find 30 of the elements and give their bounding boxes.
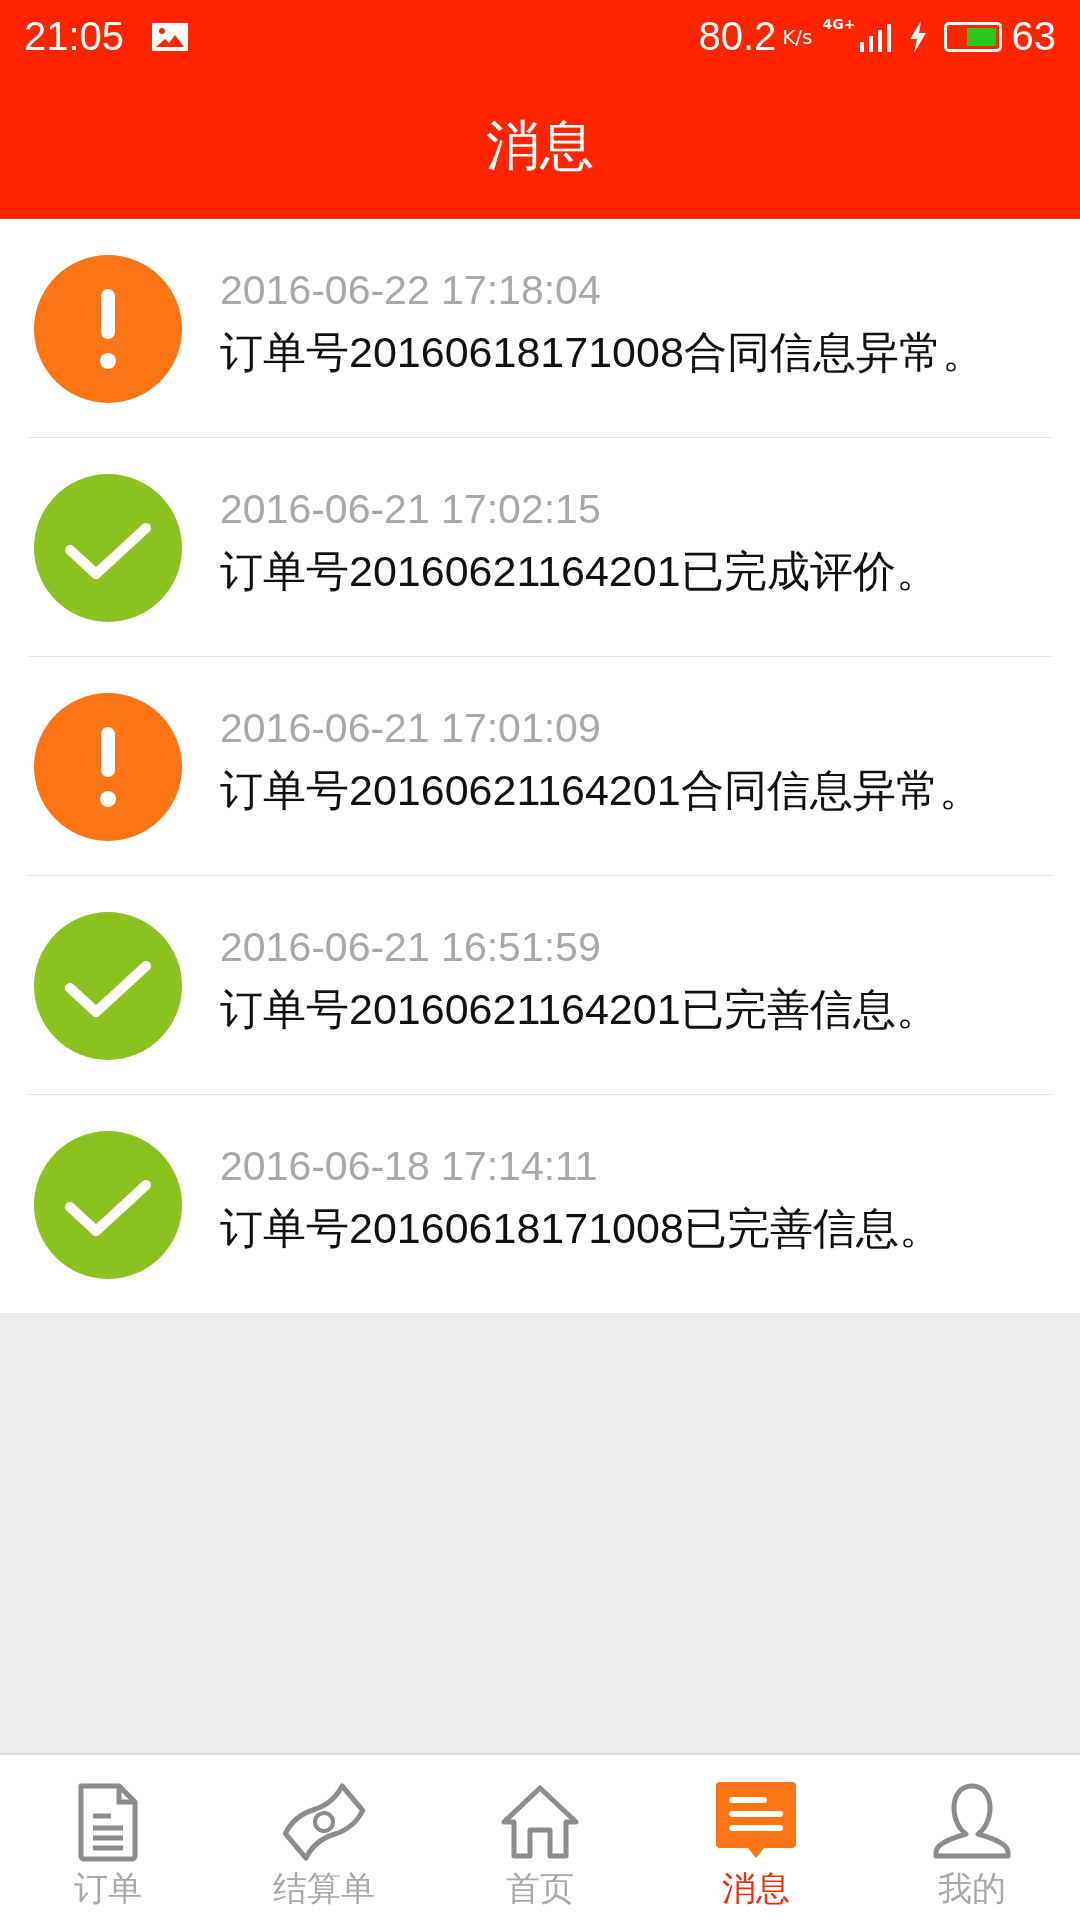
message-time: 2016-06-22 17:18:04	[220, 267, 602, 314]
warning-icon	[34, 255, 182, 403]
check-icon	[34, 474, 182, 622]
page-title: 消息	[486, 112, 594, 179]
message-item[interactable]: 2016-06-21 17:01:09 订单号20160621164201合同信息异常。	[28, 657, 1052, 876]
message-time: 2016-06-21 17:01:09	[220, 705, 602, 752]
message-time: 2016-06-21 17:02:15	[220, 486, 602, 533]
message-text: 订单号20160621164201合同信息异常。	[220, 765, 983, 816]
message-item[interactable]: 2016-06-21 17:02:15 订单号20160621164201已完成评价。	[28, 438, 1052, 657]
message-item[interactable]: 2016-06-18 17:14:11 订单号20160618171008已完善信息。	[28, 1095, 1052, 1313]
image-icon	[150, 20, 191, 53]
message-text: 订单号20160621164201已完善信息。	[220, 984, 940, 1035]
warning-icon	[34, 693, 182, 841]
tab-item[interactable]: 消息	[648, 1755, 864, 1920]
message-item[interactable]: 2016-06-22 17:18:04 订单号20160618171008合同信息异常。	[28, 219, 1052, 438]
network-type: 4G+	[822, 16, 856, 32]
message-time: 2016-06-18 17:14:11	[220, 1143, 599, 1190]
check-icon	[34, 1131, 182, 1279]
message-text: 订单号20160621164201已完成评价。	[220, 546, 940, 597]
message-text: 订单号20160618171008已完善信息。	[220, 1203, 943, 1254]
battery-percent: 63	[1011, 14, 1056, 59]
network-speed: 80.2	[698, 14, 777, 59]
battery-icon	[943, 21, 1002, 52]
message-item[interactable]: 2016-06-21 16:51:59 订单号20160621164201已完善信息。	[28, 876, 1052, 1095]
charging-icon	[907, 20, 928, 53]
status-time: 21:05	[24, 14, 125, 59]
message-time: 2016-06-21 16:51:59	[220, 924, 602, 971]
message-text: 订单号20160618171008合同信息异常。	[220, 327, 986, 378]
speed-unit: K/s	[782, 24, 813, 49]
check-icon	[34, 912, 182, 1060]
